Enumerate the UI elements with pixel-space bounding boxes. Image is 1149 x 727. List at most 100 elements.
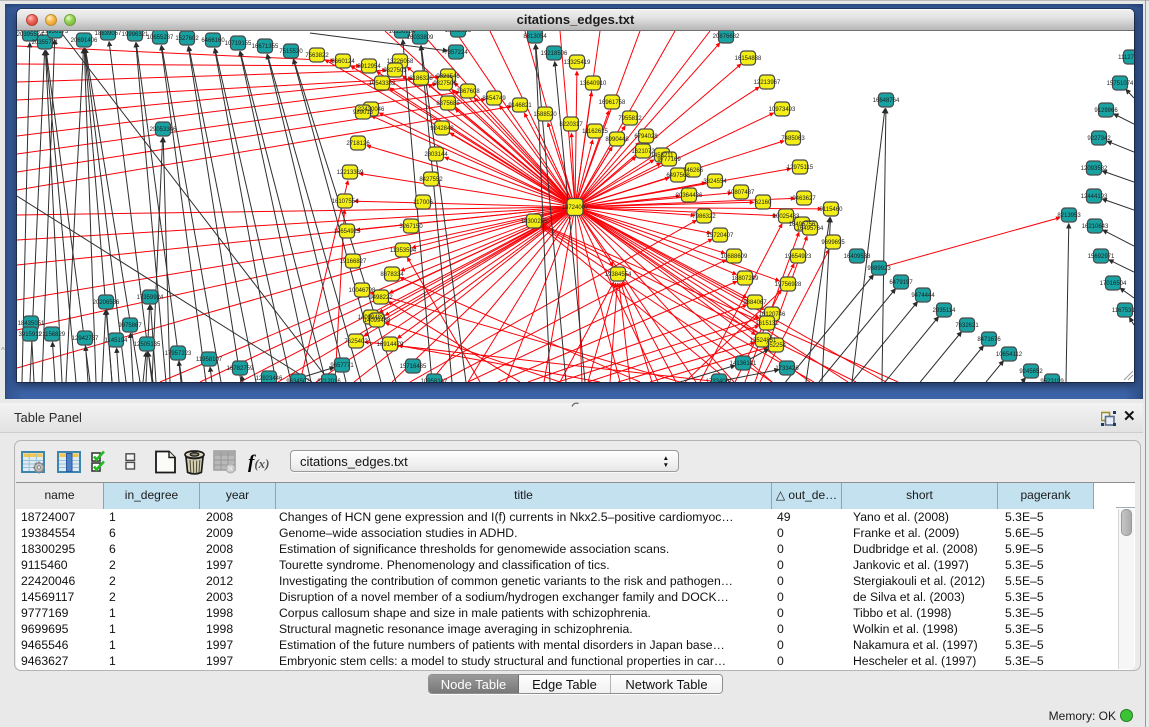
svg-text:8660124: 8660124 [331,59,355,65]
svg-text:11162615: 11162615 [582,129,608,135]
svg-text:18839057: 18839057 [95,31,122,37]
svg-text:12505135: 12505135 [134,342,161,348]
svg-text:8220317: 8220317 [559,122,583,128]
svg-text:13640910: 13640910 [580,81,607,87]
svg-text:2718126: 2718126 [346,141,370,147]
svg-text:9634502: 9634502 [286,379,310,382]
svg-text:252254: 252254 [766,343,787,349]
svg-text:16033809: 16033809 [407,35,434,41]
svg-text:9389923: 9389923 [867,266,891,272]
svg-text:7485063: 7485063 [781,136,805,142]
svg-text:9463627: 9463627 [792,196,816,202]
svg-text:15692971: 15692971 [1088,254,1115,260]
svg-text:10025433: 10025433 [773,214,800,220]
svg-text:18300295: 18300295 [521,219,548,225]
svg-text:19384554: 19384554 [605,272,632,278]
svg-text:8813054: 8813054 [523,34,547,40]
svg-text:9777169: 9777169 [657,157,681,163]
svg-text:8471676: 8471676 [977,337,1001,343]
svg-text:20691406: 20691406 [71,38,98,44]
svg-text:1145194: 1145194 [105,338,129,344]
svg-text:10958147: 10958147 [421,379,448,382]
svg-text:8186328: 8186328 [409,76,433,82]
svg-text:117006: 117006 [413,200,433,206]
svg-text:19956173: 19956173 [42,31,69,35]
svg-text:62160: 62160 [755,200,772,206]
svg-text:15716485: 15716485 [400,364,427,370]
svg-text:20876682: 20876682 [713,34,740,40]
svg-text:18724007: 18724007 [562,205,589,211]
svg-text:17334061: 17334061 [706,379,733,382]
svg-text:12975115: 12975115 [787,165,814,171]
svg-text:12444193: 12444193 [1081,194,1108,200]
svg-text:19996321: 19996321 [122,32,149,38]
svg-text:16107554: 16107554 [332,199,359,205]
svg-text:1615132: 1615132 [755,321,779,327]
svg-text:14136141: 14136141 [730,361,757,367]
svg-text:7986322: 7986322 [692,214,716,220]
svg-text:8990448: 8990448 [605,137,629,143]
svg-text:8912954: 8912954 [357,64,381,70]
svg-text:20364436: 20364436 [676,193,703,199]
svg-text:12213967: 12213967 [754,80,781,86]
svg-text:9523199: 9523199 [1040,379,1064,382]
svg-text:8375685: 8375685 [436,101,460,107]
svg-text:3267150: 3267150 [399,224,423,230]
svg-text:12093582: 12093582 [1081,166,1108,172]
svg-text:16961758: 16961758 [599,100,626,106]
svg-text:9242848: 9242848 [430,126,454,132]
svg-text:18352312: 18352312 [445,31,472,34]
svg-text:1527602: 1527602 [175,36,199,42]
svg-text:6479197: 6479197 [889,280,913,286]
svg-text:9227342: 9227342 [1087,136,1111,142]
svg-text:9146821: 9146821 [508,103,532,109]
svg-text:11675312: 11675312 [1112,308,1134,314]
svg-text:9327503: 9327503 [383,68,407,74]
svg-text:16782759: 16782759 [227,366,254,372]
svg-text:16648764: 16648764 [873,98,900,104]
svg-text:14099488: 14099488 [364,318,391,324]
svg-text:7955812: 7955812 [618,116,642,122]
svg-text:12942737: 12942737 [72,336,99,342]
svg-text:10543382: 10543382 [369,81,396,87]
svg-text:10654112: 10654112 [996,352,1023,358]
svg-text:11958107: 11958107 [196,357,223,363]
svg-text:2935114: 2935114 [933,308,957,314]
svg-text:16210643: 16210643 [1082,224,1109,230]
svg-text:16154838: 16154838 [735,56,762,62]
svg-text:12213369: 12213369 [337,170,364,176]
svg-text:9327508: 9327508 [433,81,457,87]
svg-text:20395574: 20395574 [17,32,44,38]
svg-text:10807487: 10807487 [728,190,755,196]
svg-text:15751074: 15751074 [1107,81,1134,87]
svg-text:10655287: 10655287 [147,35,174,41]
svg-text:29053346: 29053346 [150,127,177,133]
svg-text:16914479: 16914479 [377,342,404,348]
svg-text:11127329: 11127329 [1118,55,1134,61]
svg-text:13325419: 13325419 [564,60,591,66]
svg-text:8878334: 8878334 [380,272,404,278]
svg-text:1588520: 1588520 [533,112,557,118]
svg-text:9498222: 9498222 [369,295,393,301]
svg-text:6794028: 6794028 [634,134,658,140]
svg-text:20355721: 20355721 [32,40,59,46]
svg-text:9884067: 9884067 [743,300,767,306]
svg-text:17957223: 17957223 [165,351,192,357]
svg-text:20206536: 20206536 [93,300,120,306]
svg-text:10120746: 10120746 [759,312,786,318]
svg-text:13226058: 13226058 [387,59,414,65]
svg-text:2867608: 2867608 [456,89,480,95]
svg-text:6466160: 6466160 [201,38,225,44]
svg-text:10973493: 10973493 [769,107,796,113]
svg-text:9321546: 9321546 [436,74,460,80]
svg-text:19654923: 19654923 [785,254,812,260]
svg-text:9699695: 9699695 [821,240,845,246]
svg-text:16409538: 16409538 [844,254,871,260]
svg-text:9245652: 9245652 [1019,369,1043,375]
svg-text:7357224: 7357224 [444,50,468,56]
svg-text:19654925: 19654925 [334,229,361,235]
svg-text:9129966: 9129966 [1094,108,1118,114]
svg-text:10046798: 10046798 [349,288,376,294]
svg-text:1733426: 1733426 [775,366,799,372]
svg-text:7515520: 7515520 [279,49,303,55]
